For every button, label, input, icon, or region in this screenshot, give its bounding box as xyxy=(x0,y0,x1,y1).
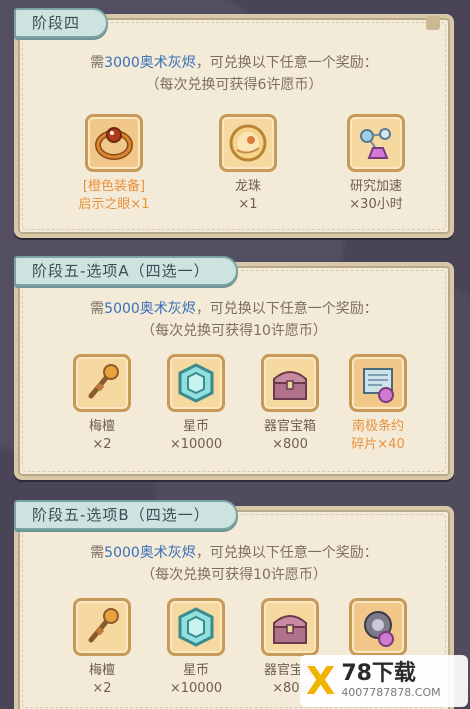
item-qty: ×1 xyxy=(238,197,258,212)
item-frame[interactable] xyxy=(347,114,405,172)
desc-prefix: 需 xyxy=(90,301,105,317)
item-frame[interactable] xyxy=(261,354,319,412)
reward-item[interactable]: 器官宝箱 ×800 xyxy=(250,354,330,454)
reward-item[interactable] xyxy=(338,598,418,662)
ring-icon xyxy=(95,127,133,160)
site-watermark: X 78下载 4007787878.COM xyxy=(300,655,468,707)
watermark-url: 4007787878.COM xyxy=(341,686,441,699)
item-frame[interactable] xyxy=(73,598,131,656)
desc-line2: （每次兑换可获得10许愿币） xyxy=(141,323,327,339)
reward-item[interactable]: [橙色装备] 启示之眼×1 xyxy=(74,114,154,214)
star-coin-icon xyxy=(178,607,214,647)
watermark-logo-icon: X xyxy=(306,659,336,703)
item-qty: ×10000 xyxy=(169,437,223,452)
item-name: 梅檀 xyxy=(88,419,115,434)
item-name: 器官宝箱 xyxy=(263,419,316,434)
item-frame[interactable] xyxy=(85,114,143,172)
desc-line2: （每次兑换可获得6许愿币） xyxy=(145,77,323,93)
item-frame[interactable] xyxy=(261,598,319,656)
scroll-icon xyxy=(363,368,394,403)
item-qty: 启示之眼×1 xyxy=(78,197,150,212)
item-qty: ×30小时 xyxy=(349,197,403,212)
desc-line2: （每次兑换可获得10许愿币） xyxy=(141,567,327,583)
stage5b-desc: 需5000奥术灰烬，可兑换以下任意一个奖励： （每次兑换可获得10许愿币） xyxy=(18,542,450,586)
torch-icon xyxy=(88,364,119,399)
item-qty: ×10000 xyxy=(169,681,223,696)
reward-item[interactable]: 梅檀 ×2 xyxy=(62,598,142,698)
required-amount: 5000奥术灰烬 xyxy=(104,301,196,317)
reward-item[interactable]: 星币 ×10000 xyxy=(156,354,236,454)
item-frame[interactable] xyxy=(167,598,225,656)
research-flask-icon xyxy=(360,128,391,159)
reward-item[interactable]: 龙珠 ×1 xyxy=(208,114,288,214)
watermark-title: 78下载 xyxy=(341,661,416,686)
reward-item[interactable]: 南极条约 碎片×40 xyxy=(338,354,418,454)
stage5a-title: 阶段五-选项A（四选一） xyxy=(14,256,238,286)
item-name: 星币 xyxy=(182,663,209,678)
stage5b-title: 阶段五-选项B（四选一） xyxy=(14,500,238,530)
item-name: 龙珠 xyxy=(234,179,261,194)
required-amount: 3000奥术灰烬 xyxy=(104,55,196,71)
desc-suffix: ，可兑换以下任意一个奖励： xyxy=(195,545,378,561)
item-name: [橙色装备] xyxy=(82,179,146,194)
required-amount: 5000奥术灰烬 xyxy=(104,545,196,561)
chest-icon xyxy=(273,371,307,400)
stage4-panel: 阶段四 需3000奥术灰烬，可兑换以下任意一个奖励： （每次兑换可获得6许愿币）… xyxy=(14,8,454,238)
desc-suffix: ，可兑换以下任意一个奖励： xyxy=(195,55,378,71)
item-name: 南极条约 xyxy=(351,419,404,434)
dragon-orb-icon xyxy=(229,124,267,162)
item-frame[interactable] xyxy=(349,598,407,656)
item-qty: ×2 xyxy=(92,437,112,452)
desc-prefix: 需 xyxy=(90,545,105,561)
stage5a-panel: 阶段五-选项A（四选一） 需5000奥术灰烬，可兑换以下任意一个奖励： （每次兑… xyxy=(14,256,454,480)
desc-suffix: ，可兑换以下任意一个奖励： xyxy=(195,301,378,317)
gear-fragment-icon xyxy=(364,611,394,647)
item-frame[interactable] xyxy=(349,354,407,412)
stage4-desc: 需3000奥术灰烬，可兑换以下任意一个奖励： （每次兑换可获得6许愿币） xyxy=(18,52,450,96)
item-qty: ×800 xyxy=(272,437,308,452)
stage4-title: 阶段四 xyxy=(14,8,109,38)
item-frame[interactable] xyxy=(73,354,131,412)
stage5a-desc: 需5000奥术灰烬，可兑换以下任意一个奖励： （每次兑换可获得10许愿币） xyxy=(18,298,450,342)
panel-ornament xyxy=(426,16,440,30)
item-name: 研究加速 xyxy=(349,179,402,194)
item-qty: 碎片×40 xyxy=(351,437,405,452)
chest-icon xyxy=(273,615,307,644)
item-name: 星币 xyxy=(182,419,209,434)
item-qty: ×2 xyxy=(92,681,112,696)
item-name: 梅檀 xyxy=(88,663,115,678)
star-coin-icon xyxy=(178,363,214,403)
torch-icon xyxy=(88,608,119,643)
item-frame[interactable] xyxy=(167,354,225,412)
reward-item[interactable]: 研究加速 ×30小时 xyxy=(336,114,416,214)
item-frame[interactable] xyxy=(219,114,277,172)
reward-item[interactable]: 星币 ×10000 xyxy=(156,598,236,698)
desc-prefix: 需 xyxy=(90,55,105,71)
reward-item[interactable]: 梅檀 ×2 xyxy=(62,354,142,454)
